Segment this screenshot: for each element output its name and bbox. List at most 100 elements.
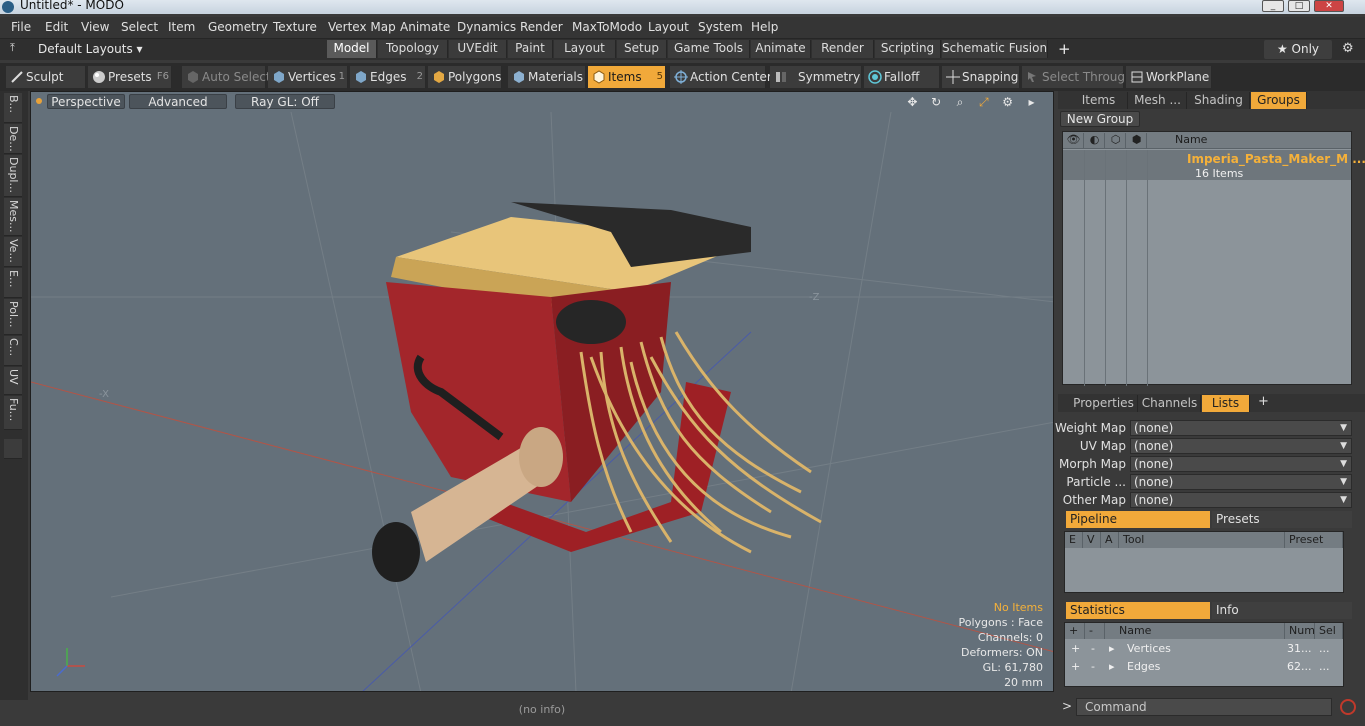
vertices-button[interactable]: Vertices 1 — [268, 66, 348, 88]
tab-render[interactable]: Render — [812, 40, 874, 58]
tab-uvedit[interactable]: UVEdit — [449, 40, 507, 58]
lock-cube-icon[interactable]: ⬡ — [1106, 133, 1126, 148]
tab-groups[interactable]: Groups — [1251, 92, 1307, 109]
symmetry-button[interactable]: Symmetry — [770, 66, 862, 88]
menu-geometry[interactable]: Geometry — [208, 20, 268, 34]
items-button[interactable]: Items 5 — [588, 66, 666, 88]
collapse-minus[interactable]: - — [1091, 659, 1095, 674]
tab-presets[interactable]: Presets — [1212, 511, 1352, 528]
sculpt-button[interactable]: Sculpt — [6, 66, 86, 88]
minimize-button[interactable]: _ — [1262, 0, 1284, 12]
tab-scripting[interactable]: Scripting — [875, 40, 941, 58]
left-tab-duplicate[interactable]: Dupl... — [4, 155, 22, 197]
left-tab-vertex[interactable]: Ve... — [4, 237, 22, 267]
menu-maxtomodo[interactable]: MaxToModo — [572, 20, 642, 34]
materials-button[interactable]: Materials — [508, 66, 586, 88]
uv-map-select[interactable]: (none) ▼ — [1130, 438, 1352, 454]
menu-system[interactable]: System — [698, 20, 743, 34]
tab-info[interactable]: Info — [1212, 602, 1352, 619]
tab-model[interactable]: Model — [327, 40, 377, 58]
add-tab-button[interactable]: + — [1058, 40, 1071, 58]
tab-lists[interactable]: Lists — [1202, 395, 1250, 412]
layout-arrow-icon[interactable]: ⤒ — [10, 41, 15, 55]
presets-button[interactable]: Presets F6 — [88, 66, 172, 88]
menu-item[interactable]: Item — [168, 20, 195, 34]
left-tab-mesh[interactable]: Mes... — [4, 198, 22, 236]
perspective-button[interactable]: Perspective — [47, 94, 125, 109]
menu-layout[interactable]: Layout — [648, 20, 689, 34]
viewport-menu-icon[interactable]: ▸ — [1024, 95, 1039, 109]
close-button[interactable]: ✕ — [1314, 0, 1344, 12]
select-through-button[interactable]: Select Through — [1022, 66, 1133, 88]
menu-select[interactable]: Select — [121, 20, 158, 34]
menu-vertex-map[interactable]: Vertex Map — [328, 20, 396, 34]
left-tab-curve[interactable]: C... — [4, 336, 22, 366]
menu-dynamics[interactable]: Dynamics — [457, 20, 516, 34]
group-row[interactable]: Imperia_Pasta_Maker_M ... 16 Items — [1063, 150, 1365, 180]
raygl-button[interactable]: Ray GL: Off — [235, 94, 335, 109]
snapping-button[interactable]: Snapping — [942, 66, 1020, 88]
left-tab-edge[interactable]: E... — [4, 268, 22, 298]
presets-shortcut: F6 — [156, 71, 169, 82]
expand-plus[interactable]: + — [1071, 659, 1080, 674]
tab-setup[interactable]: Setup — [617, 40, 667, 58]
tab-schematic-fusion[interactable]: Schematic Fusion — [942, 40, 1048, 58]
menu-file[interactable]: File — [11, 20, 31, 34]
menu-render[interactable]: Render — [520, 20, 563, 34]
settings-gear-icon[interactable]: ⚙ — [1342, 41, 1354, 56]
add-panel-tab-button[interactable]: + — [1258, 394, 1269, 409]
auto-select-button[interactable]: Auto Select — [182, 66, 271, 88]
zoom-view-icon[interactable]: ⌕ — [953, 95, 968, 109]
tab-paint[interactable]: Paint — [508, 40, 553, 58]
left-tab-uv[interactable]: UV — [4, 367, 22, 395]
weight-map-select[interactable]: (none) ▼ — [1130, 420, 1352, 436]
only-button[interactable]: ★ Only — [1264, 40, 1332, 59]
tab-game-tools[interactable]: Game Tools — [668, 40, 750, 58]
tab-mesh[interactable]: Mesh ... — [1129, 92, 1187, 109]
move-view-icon[interactable]: ✥ — [905, 95, 920, 109]
menu-edit[interactable]: Edit — [45, 20, 68, 34]
tab-properties[interactable]: Properties — [1070, 395, 1138, 412]
menu-view[interactable]: View — [81, 20, 109, 34]
polygons-button[interactable]: Polygons — [428, 66, 502, 88]
other-map-select[interactable]: (none) ▼ — [1130, 492, 1352, 508]
menu-texture[interactable]: Texture — [273, 20, 317, 34]
left-tab-basic[interactable]: B... — [4, 93, 22, 123]
maximize-button[interactable]: □ — [1288, 0, 1310, 12]
action-center-button[interactable]: Action Center — [670, 66, 772, 88]
tab-channels[interactable]: Channels — [1139, 395, 1201, 412]
viewport-settings-icon[interactable]: ⚙ — [1000, 95, 1015, 109]
visibility-eye-icon[interactable]: 👁 — [1064, 133, 1084, 148]
default-layouts-dropdown[interactable]: Default Layouts ▾ — [38, 42, 143, 56]
collapse-minus[interactable]: - — [1091, 641, 1095, 656]
stats-polygons: Polygons : Face — [958, 616, 1043, 629]
morph-map-select[interactable]: (none) ▼ — [1130, 456, 1352, 472]
menu-animate[interactable]: Animate — [400, 20, 450, 34]
tab-pipeline[interactable]: Pipeline — [1066, 511, 1210, 528]
advanced-shading-button[interactable]: Advanced — [129, 94, 227, 109]
record-circle-icon[interactable] — [1340, 699, 1356, 715]
select-cube-icon[interactable]: ⬢ — [1127, 133, 1147, 148]
new-group-button[interactable]: New Group — [1060, 111, 1140, 127]
tab-topology[interactable]: Topology — [378, 40, 448, 58]
workplane-button[interactable]: WorkPlane — [1126, 66, 1212, 88]
left-tab-fusion[interactable]: Fu... — [4, 396, 22, 430]
3d-viewport[interactable]: Perspective Advanced Ray GL: Off ✥ ↻ ⌕ ⤢… — [30, 91, 1054, 692]
left-tab-deform[interactable]: De... — [4, 124, 22, 154]
tab-layout[interactable]: Layout — [554, 40, 616, 58]
fit-view-icon[interactable]: ⤢ — [976, 95, 991, 109]
tab-statistics[interactable]: Statistics — [1066, 602, 1210, 619]
left-tab-extra[interactable] — [4, 439, 22, 459]
expand-plus[interactable]: + — [1071, 641, 1080, 656]
render-icon[interactable]: ◐ — [1085, 133, 1105, 148]
tab-items[interactable]: Items — [1070, 92, 1128, 109]
command-input[interactable]: Command — [1076, 698, 1332, 716]
rotate-view-icon[interactable]: ↻ — [929, 95, 944, 109]
tab-shading[interactable]: Shading — [1188, 92, 1250, 109]
edges-button[interactable]: Edges 2 — [350, 66, 426, 88]
menu-help[interactable]: Help — [751, 20, 778, 34]
tab-animate[interactable]: Animate — [751, 40, 811, 58]
particle-select[interactable]: (none) ▼ — [1130, 474, 1352, 490]
left-tab-polygon[interactable]: Pol... — [4, 299, 22, 335]
falloff-button[interactable]: Falloff — [864, 66, 940, 88]
